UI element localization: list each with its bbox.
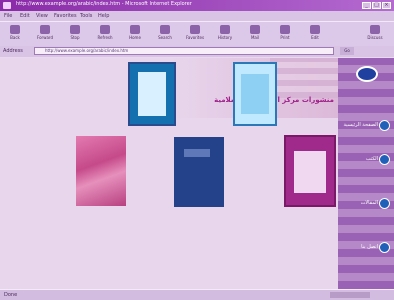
menu-edit[interactable]: Edit	[20, 13, 30, 19]
address-label: Address	[3, 48, 23, 54]
stop-button[interactable]: Stop	[64, 24, 86, 44]
sidebar-item-books[interactable]: الكتب	[342, 154, 392, 166]
back-button[interactable]: Back	[4, 24, 26, 44]
book-cover-3[interactable]	[76, 136, 126, 206]
nav-bullet-icon	[379, 242, 390, 253]
nav-bullet-icon	[379, 154, 390, 165]
status-text: Done	[4, 292, 18, 298]
site-logo[interactable]	[356, 66, 378, 82]
address-input[interactable]: http://www.example.org/arabic/index.htm	[34, 47, 334, 55]
nav-bullet-icon	[379, 120, 390, 131]
book-cover-1[interactable]	[128, 62, 176, 126]
menu-view[interactable]: View	[36, 13, 48, 19]
forward-button[interactable]: Forward	[34, 24, 56, 44]
refresh-icon	[100, 25, 110, 34]
menu-file[interactable]: File	[4, 13, 12, 19]
home-icon	[130, 25, 140, 34]
close-button[interactable]: ×	[382, 2, 391, 9]
mail-button[interactable]: Mail	[244, 24, 266, 44]
menu-help[interactable]: Help	[98, 13, 109, 19]
maximize-button[interactable]: □	[372, 2, 381, 9]
menu-bar: File Edit View Favorites Tools Help	[0, 11, 394, 21]
go-button[interactable]: Go	[340, 47, 354, 55]
search-icon	[160, 25, 170, 34]
edit-button[interactable]: Edit	[304, 24, 326, 44]
discuss-icon	[370, 25, 380, 34]
back-arrow-icon	[10, 25, 20, 34]
book-cover-5[interactable]	[284, 135, 336, 207]
refresh-button[interactable]: Refresh	[94, 24, 116, 44]
sidebar-nav: الصفحة الرئيسية الكتب المقالات اتصل بنا	[338, 58, 394, 289]
book-cover-4[interactable]	[174, 137, 224, 207]
browser-icon	[3, 2, 11, 9]
printer-icon	[280, 25, 290, 34]
home-button[interactable]: Home	[124, 24, 146, 44]
title-bar: http://www.example.org/arabic/index.htm …	[0, 0, 394, 11]
edit-icon	[310, 25, 320, 34]
address-bar: Address http://www.example.org/arabic/in…	[0, 46, 394, 57]
sidebar-item-home[interactable]: الصفحة الرئيسية	[342, 120, 392, 132]
minimize-button[interactable]: _	[362, 2, 371, 9]
star-icon	[190, 25, 200, 34]
discuss-button[interactable]: Discuss	[364, 24, 386, 44]
status-bar: Done	[0, 289, 394, 300]
book-cover-2[interactable]	[233, 62, 277, 126]
sidebar-item-contact[interactable]: اتصل بنا	[342, 242, 392, 254]
search-button[interactable]: Search	[154, 24, 176, 44]
security-zone	[330, 292, 370, 298]
menu-favorites[interactable]: Favorites	[54, 13, 77, 19]
mail-icon	[250, 25, 260, 34]
toolbar: Back Forward Stop Refresh Home Search Fa…	[0, 21, 394, 47]
stop-icon	[70, 25, 80, 34]
favorites-button[interactable]: Favorites	[184, 24, 206, 44]
window-title: http://www.example.org/arabic/index.htm …	[16, 1, 192, 7]
menu-tools[interactable]: Tools	[80, 13, 92, 19]
nav-bullet-icon	[379, 198, 390, 209]
header-pattern	[270, 58, 338, 98]
sidebar-item-articles[interactable]: المقالات	[342, 198, 392, 210]
history-button[interactable]: History	[214, 24, 236, 44]
print-button[interactable]: Print	[274, 24, 296, 44]
history-icon	[220, 25, 230, 34]
forward-arrow-icon	[40, 25, 50, 34]
